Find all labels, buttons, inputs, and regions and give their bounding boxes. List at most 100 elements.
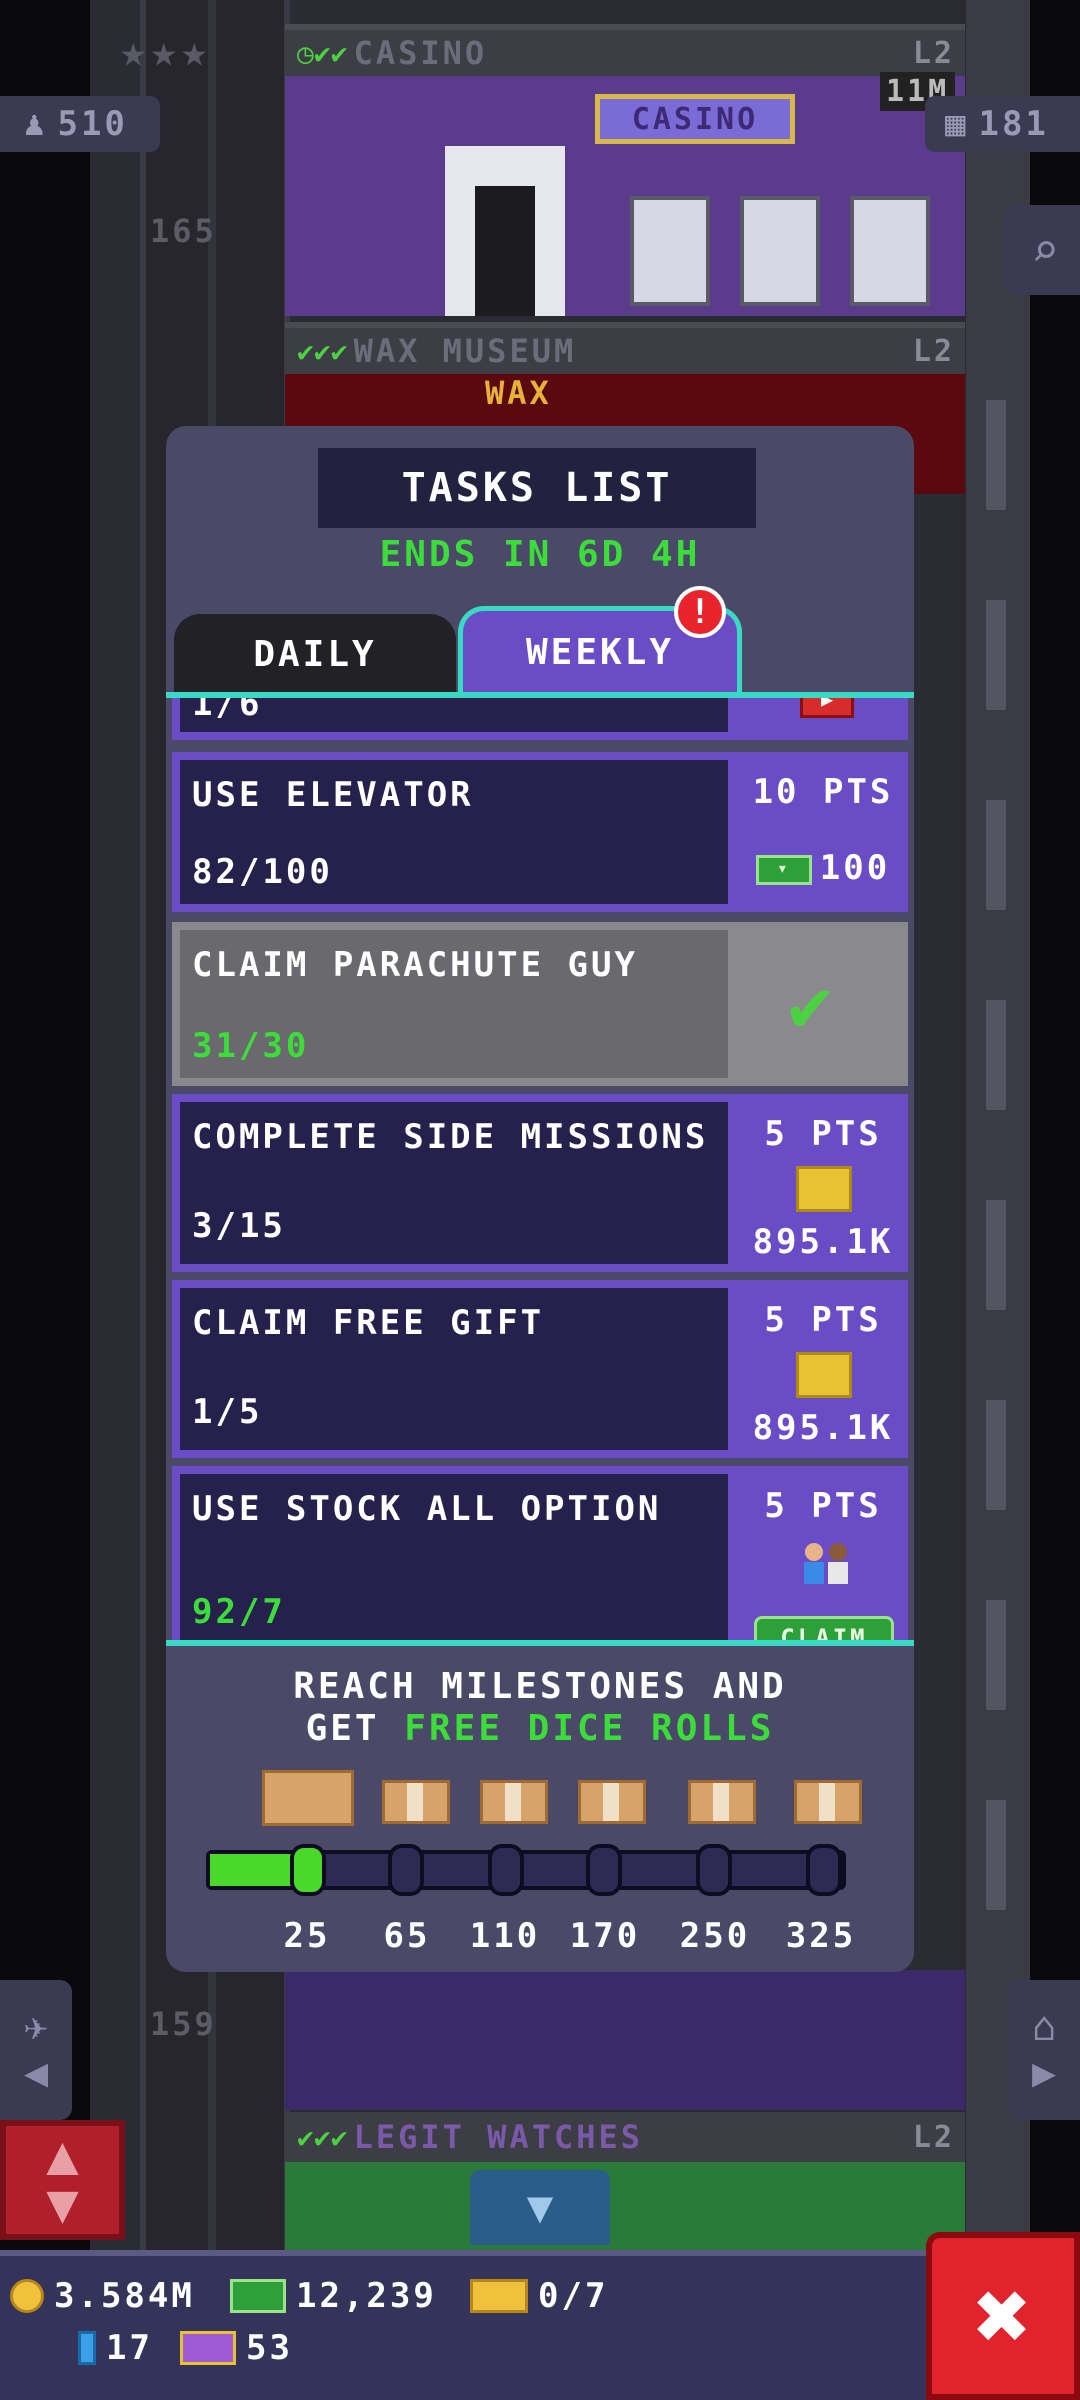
milestone-label: 325 xyxy=(785,1916,857,1956)
close-icon: ✖ xyxy=(974,2260,1032,2372)
tokens-resource[interactable]: 53 xyxy=(180,2328,293,2368)
floor-number: 159 xyxy=(150,2005,217,2043)
floors-count: 181 xyxy=(978,104,1049,144)
tickets-resource[interactable]: 0/7 xyxy=(470,2276,608,2316)
task-body: CLAIM PARACHUTE GUY 31/30 xyxy=(180,930,728,1078)
floor-name: CASINO xyxy=(353,34,488,72)
lower-floor-room xyxy=(285,1970,965,2110)
milestone-node xyxy=(806,1844,842,1896)
milestone-node xyxy=(388,1844,424,1896)
task-body: USE STOCK ALL OPTION 92/7 xyxy=(180,1474,728,1668)
stock-check-icon: ✔✔✔ xyxy=(297,2120,348,2154)
milestone-node xyxy=(586,1844,622,1896)
search-button[interactable]: ⌕ xyxy=(1005,205,1080,295)
gems-resource[interactable]: 17 xyxy=(78,2328,153,2368)
task-body: USE ELEVATOR 82/100 xyxy=(180,760,728,904)
floor-name: LEGIT WATCHES xyxy=(353,2118,644,2156)
milestone-label: 65 xyxy=(383,1916,431,1956)
right-rail xyxy=(960,0,1030,2260)
home-button[interactable]: ⌂ ▶ xyxy=(1008,1980,1080,2120)
task-progress: 82/100 xyxy=(192,852,333,892)
casino-room: CASINO xyxy=(285,76,965,316)
floor-legit-watches[interactable]: ✔✔✔ LEGIT WATCHES L2 xyxy=(285,2112,965,2162)
milestones-line2: GET FREE DICE ROLLS xyxy=(166,1708,914,1750)
scroll-down-button[interactable]: ▼ xyxy=(470,2170,610,2245)
chevron-down-icon: ▼ xyxy=(526,2182,554,2233)
arrow-down-icon: ▼ xyxy=(46,2172,79,2235)
floor-casino[interactable]: ◷✔✔ CASINO L2 CASINO xyxy=(285,24,965,316)
bux-icon xyxy=(230,2279,286,2313)
task-progress: 3/15 xyxy=(192,1206,286,1246)
search-icon: ⌕ xyxy=(1031,223,1059,277)
stock-check-icon: ◷✔✔ xyxy=(297,36,348,70)
coins-resource[interactable]: 3.584M xyxy=(10,2276,195,2316)
tab-daily[interactable]: DAILY xyxy=(174,614,456,694)
task-reward: 10 PTS ▾ 100 xyxy=(738,752,908,912)
box-icon xyxy=(480,1780,548,1824)
ends-in-timer: ENDS IN 6D 4H xyxy=(379,534,701,575)
task-name: CLAIM PARACHUTE GUY xyxy=(192,945,638,985)
bux-resource[interactable]: 12,239 xyxy=(230,2276,437,2316)
task-item[interactable]: 1/6 ▶ xyxy=(172,698,908,740)
coin-icon xyxy=(10,2279,44,2313)
task-item[interactable]: COMPLETE SIDE MISSIONS 3/15 5 PTS 895.1K xyxy=(172,1094,908,1272)
stock-check-icon: ✔✔✔ xyxy=(297,334,348,368)
task-reward-value: 895.1K xyxy=(752,1222,894,1262)
arrow-left-icon: ◀ xyxy=(23,2050,49,2096)
box-icon xyxy=(578,1780,646,1824)
elevator-button[interactable]: ▲ ▼ xyxy=(0,2120,125,2240)
close-button[interactable]: ✖ xyxy=(926,2232,1080,2400)
open-box-icon xyxy=(262,1770,354,1826)
resources-bar: 3.584M 12,239 0/7 17 53 xyxy=(0,2250,930,2400)
task-body: 1/6 xyxy=(180,698,728,732)
task-reward: 5 PTS 895.1K xyxy=(738,1280,908,1458)
floor-level: L2 xyxy=(912,333,955,369)
task-progress: 1/6 xyxy=(192,698,263,724)
floors-badge[interactable]: ▦ 181 xyxy=(925,96,1080,152)
gem-icon xyxy=(78,2331,96,2365)
task-reward: ✔ xyxy=(738,922,908,1086)
slot-machine xyxy=(850,196,930,306)
plane-icon: ✈ xyxy=(23,2004,49,2050)
task-name: COMPLETE SIDE MISSIONS xyxy=(192,1117,709,1157)
milestone-label: 250 xyxy=(679,1916,751,1956)
airport-button[interactable]: ✈ ◀ xyxy=(0,1980,72,2120)
floor-number: 165 xyxy=(150,212,217,250)
wax-sign: WAX xyxy=(485,374,552,412)
slot-machine xyxy=(630,196,710,306)
milestone-label: 110 xyxy=(469,1916,541,1956)
milestone-node xyxy=(488,1844,524,1896)
milestone-progress-fill xyxy=(210,1854,299,1886)
task-progress: 1/5 xyxy=(192,1392,263,1432)
task-reward-value: 100 xyxy=(819,848,891,888)
task-progress: 31/30 xyxy=(192,1026,310,1066)
floor-level: L2 xyxy=(912,35,955,71)
task-item[interactable]: CLAIM FREE GIFT 1/5 5 PTS 895.1K xyxy=(172,1280,908,1458)
bitizens-icon xyxy=(804,1543,848,1584)
task-points: 5 PTS xyxy=(764,1300,882,1340)
population-badge[interactable]: ♟ 510 xyxy=(0,96,160,152)
star-icon: ★ xyxy=(120,26,147,77)
milestone-label: 25 xyxy=(283,1916,331,1956)
green-floor-room xyxy=(285,2162,965,2262)
milestones-panel: REACH MILESTONES AND GET FREE DICE ROLLS… xyxy=(166,1640,914,1972)
video-icon: ▶ xyxy=(800,698,854,718)
task-item[interactable]: USE ELEVATOR 82/100 10 PTS ▾ 100 xyxy=(172,752,908,912)
milestones-line2-prefix: GET xyxy=(305,1708,380,1749)
task-body: COMPLETE SIDE MISSIONS 3/15 xyxy=(180,1102,728,1264)
modal-title: TASKS LIST xyxy=(318,448,756,528)
task-points: 5 PTS xyxy=(764,1486,882,1526)
gems-value: 17 xyxy=(106,2328,153,2368)
milestones-highlight: FREE DICE ROLLS xyxy=(404,1708,775,1749)
floor-wax-bar: ✔✔✔ WAX MUSEUM L2 xyxy=(285,328,965,374)
tickets-value: 0/7 xyxy=(538,2276,609,2316)
coins-value: 3.584M xyxy=(54,2276,195,2316)
bux-icon: ▾ xyxy=(755,854,812,885)
tokens-value: 53 xyxy=(246,2328,293,2368)
task-item-completed[interactable]: CLAIM PARACHUTE GUY 31/30 ✔ xyxy=(172,922,908,1086)
milestones-line1: REACH MILESTONES AND xyxy=(293,1666,787,1707)
box-icon xyxy=(794,1780,862,1824)
floor-stars: ★ ★ ★ xyxy=(120,30,208,74)
task-reward-value: 895.1K xyxy=(752,1408,894,1448)
alert-badge: ! xyxy=(674,586,726,638)
